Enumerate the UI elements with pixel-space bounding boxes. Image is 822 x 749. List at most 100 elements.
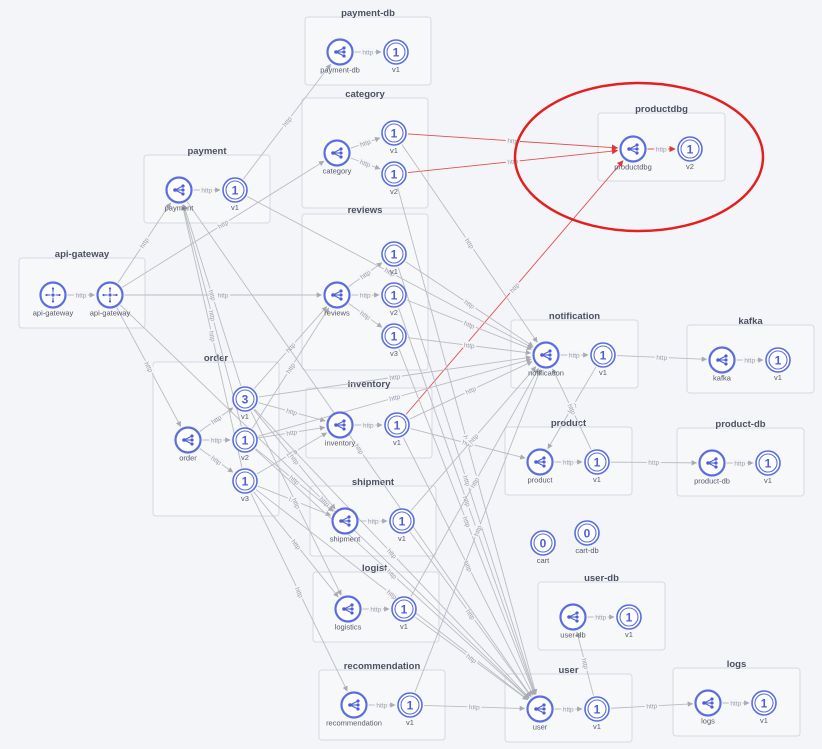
instance-count: 1 bbox=[393, 46, 400, 60]
node-order[interactable]: order bbox=[174, 426, 202, 463]
node-inventory[interactable]: inventory bbox=[325, 411, 356, 448]
instance-count: 1 bbox=[391, 248, 398, 262]
group-title: reviews bbox=[348, 205, 383, 216]
edge-label: http bbox=[580, 658, 590, 671]
group-title: product-db bbox=[715, 419, 765, 430]
node-logistics[interactable]: logistics bbox=[334, 595, 362, 632]
node-category[interactable]: category bbox=[323, 139, 352, 176]
edge-label: http bbox=[363, 422, 374, 429]
node-label: v3 bbox=[390, 349, 398, 358]
group-title: api-gateway bbox=[55, 249, 110, 260]
node-label: v2 bbox=[390, 187, 398, 196]
node-label: order bbox=[179, 454, 197, 463]
node-label: user bbox=[533, 723, 548, 732]
node-label: notification bbox=[528, 369, 564, 378]
instance-count: 1 bbox=[242, 475, 249, 489]
instance-count: 1 bbox=[594, 703, 601, 717]
node-label: v1 bbox=[393, 438, 401, 447]
edge-label: http bbox=[362, 49, 373, 56]
node-label: v1 bbox=[400, 622, 408, 631]
node-reviews[interactable]: reviews bbox=[323, 281, 351, 318]
instance-count: 1 bbox=[407, 699, 414, 713]
edge-label: http bbox=[463, 342, 475, 350]
group-logistics[interactable]: logist. bbox=[312, 563, 440, 643]
instance-count: 1 bbox=[687, 143, 694, 157]
edge-api-gateway-w-to-reviews[interactable]: http bbox=[124, 291, 323, 299]
node-label: product bbox=[527, 476, 553, 485]
edge-label: http bbox=[285, 408, 298, 418]
node-label: v1 bbox=[593, 475, 601, 484]
group-box bbox=[301, 97, 429, 209]
group-user-db[interactable]: user-db bbox=[537, 573, 666, 651]
node-label: api-gateway bbox=[33, 309, 74, 318]
node-cart[interactable]: 0 cart bbox=[530, 530, 556, 565]
group-title: payment bbox=[187, 146, 227, 157]
node-label: api-gateway bbox=[90, 309, 131, 318]
node-label: logs bbox=[701, 717, 715, 726]
node-label: product-db bbox=[694, 477, 730, 486]
edge-label: http bbox=[286, 429, 298, 438]
node-label: v2 bbox=[390, 308, 398, 317]
group-title: shipment bbox=[352, 477, 395, 488]
instance-count: 1 bbox=[391, 127, 398, 141]
group-kafka[interactable]: kafka bbox=[686, 316, 815, 394]
edge-label: http bbox=[370, 606, 381, 613]
node-shipment[interactable]: shipment bbox=[330, 507, 361, 544]
instance-count: 1 bbox=[399, 515, 406, 529]
instance-count: 0 bbox=[584, 527, 591, 541]
node-payment[interactable]: payment bbox=[165, 176, 195, 213]
edge-label: http bbox=[368, 518, 379, 525]
edge-label: http bbox=[76, 292, 87, 299]
group-logs[interactable]: logs bbox=[672, 659, 801, 737]
node-label: v1 bbox=[241, 412, 249, 421]
service-graph[interactable]: payment-db category payment productdbg revie… bbox=[0, 0, 822, 749]
node-label: logistics bbox=[335, 623, 362, 632]
instance-count: 1 bbox=[626, 611, 633, 625]
node-label: v1 bbox=[390, 267, 398, 276]
instance-count: 1 bbox=[765, 457, 772, 471]
node-label: productdbg bbox=[614, 163, 652, 172]
node-cart-db[interactable]: 0 cart-db bbox=[574, 520, 600, 555]
node-label: v1 bbox=[398, 534, 406, 543]
instance-count: 1 bbox=[232, 184, 239, 198]
edge-category-v2-to-productdbg[interactable]: http bbox=[407, 148, 619, 173]
instance-count: 1 bbox=[775, 354, 782, 368]
instance-count: 1 bbox=[401, 603, 408, 617]
group-title: logs bbox=[727, 659, 747, 670]
node-label: v2 bbox=[241, 453, 249, 462]
group-product[interactable]: product bbox=[504, 418, 633, 496]
node-label: v1 bbox=[774, 373, 782, 382]
service-groups: payment-db category payment productdbg revie… bbox=[18, 8, 815, 743]
node-label: category bbox=[323, 167, 352, 176]
edge-label: http bbox=[646, 703, 658, 711]
instance-count: 1 bbox=[600, 349, 607, 363]
node-product[interactable]: product bbox=[526, 448, 554, 485]
edge-label: http bbox=[389, 374, 401, 383]
edge-label: http bbox=[569, 352, 580, 359]
group-title: user-db bbox=[584, 573, 619, 584]
edge-label: http bbox=[656, 355, 668, 362]
group-title: notification bbox=[549, 311, 600, 322]
instance-count: 1 bbox=[594, 456, 601, 470]
group-payment[interactable]: payment bbox=[143, 146, 271, 224]
instance-count: 1 bbox=[391, 289, 398, 303]
group-title: productdbg bbox=[635, 104, 688, 115]
group-order[interactable]: order bbox=[152, 353, 280, 517]
edge-label: http bbox=[376, 702, 387, 709]
node-label: cart-db bbox=[575, 546, 598, 555]
node-label: kafka bbox=[713, 374, 732, 383]
node-label: v1 bbox=[231, 203, 239, 212]
group-category[interactable]: category bbox=[301, 89, 429, 209]
node-label: v2 bbox=[686, 162, 694, 171]
edge-label: http bbox=[648, 460, 659, 467]
node-label: payment-db bbox=[320, 66, 360, 75]
instance-count: 1 bbox=[391, 330, 398, 344]
node-label: reviews bbox=[324, 309, 350, 318]
edge-label: http bbox=[218, 292, 229, 299]
node-kafka[interactable]: kafka bbox=[708, 346, 736, 383]
node-user-db[interactable]: user-db bbox=[559, 603, 587, 640]
node-label: v1 bbox=[599, 368, 607, 377]
node-label: inventory bbox=[325, 439, 356, 448]
edge-category-v1-to-productdbg[interactable]: http bbox=[407, 133, 619, 151]
instance-count: 3 bbox=[242, 393, 249, 407]
